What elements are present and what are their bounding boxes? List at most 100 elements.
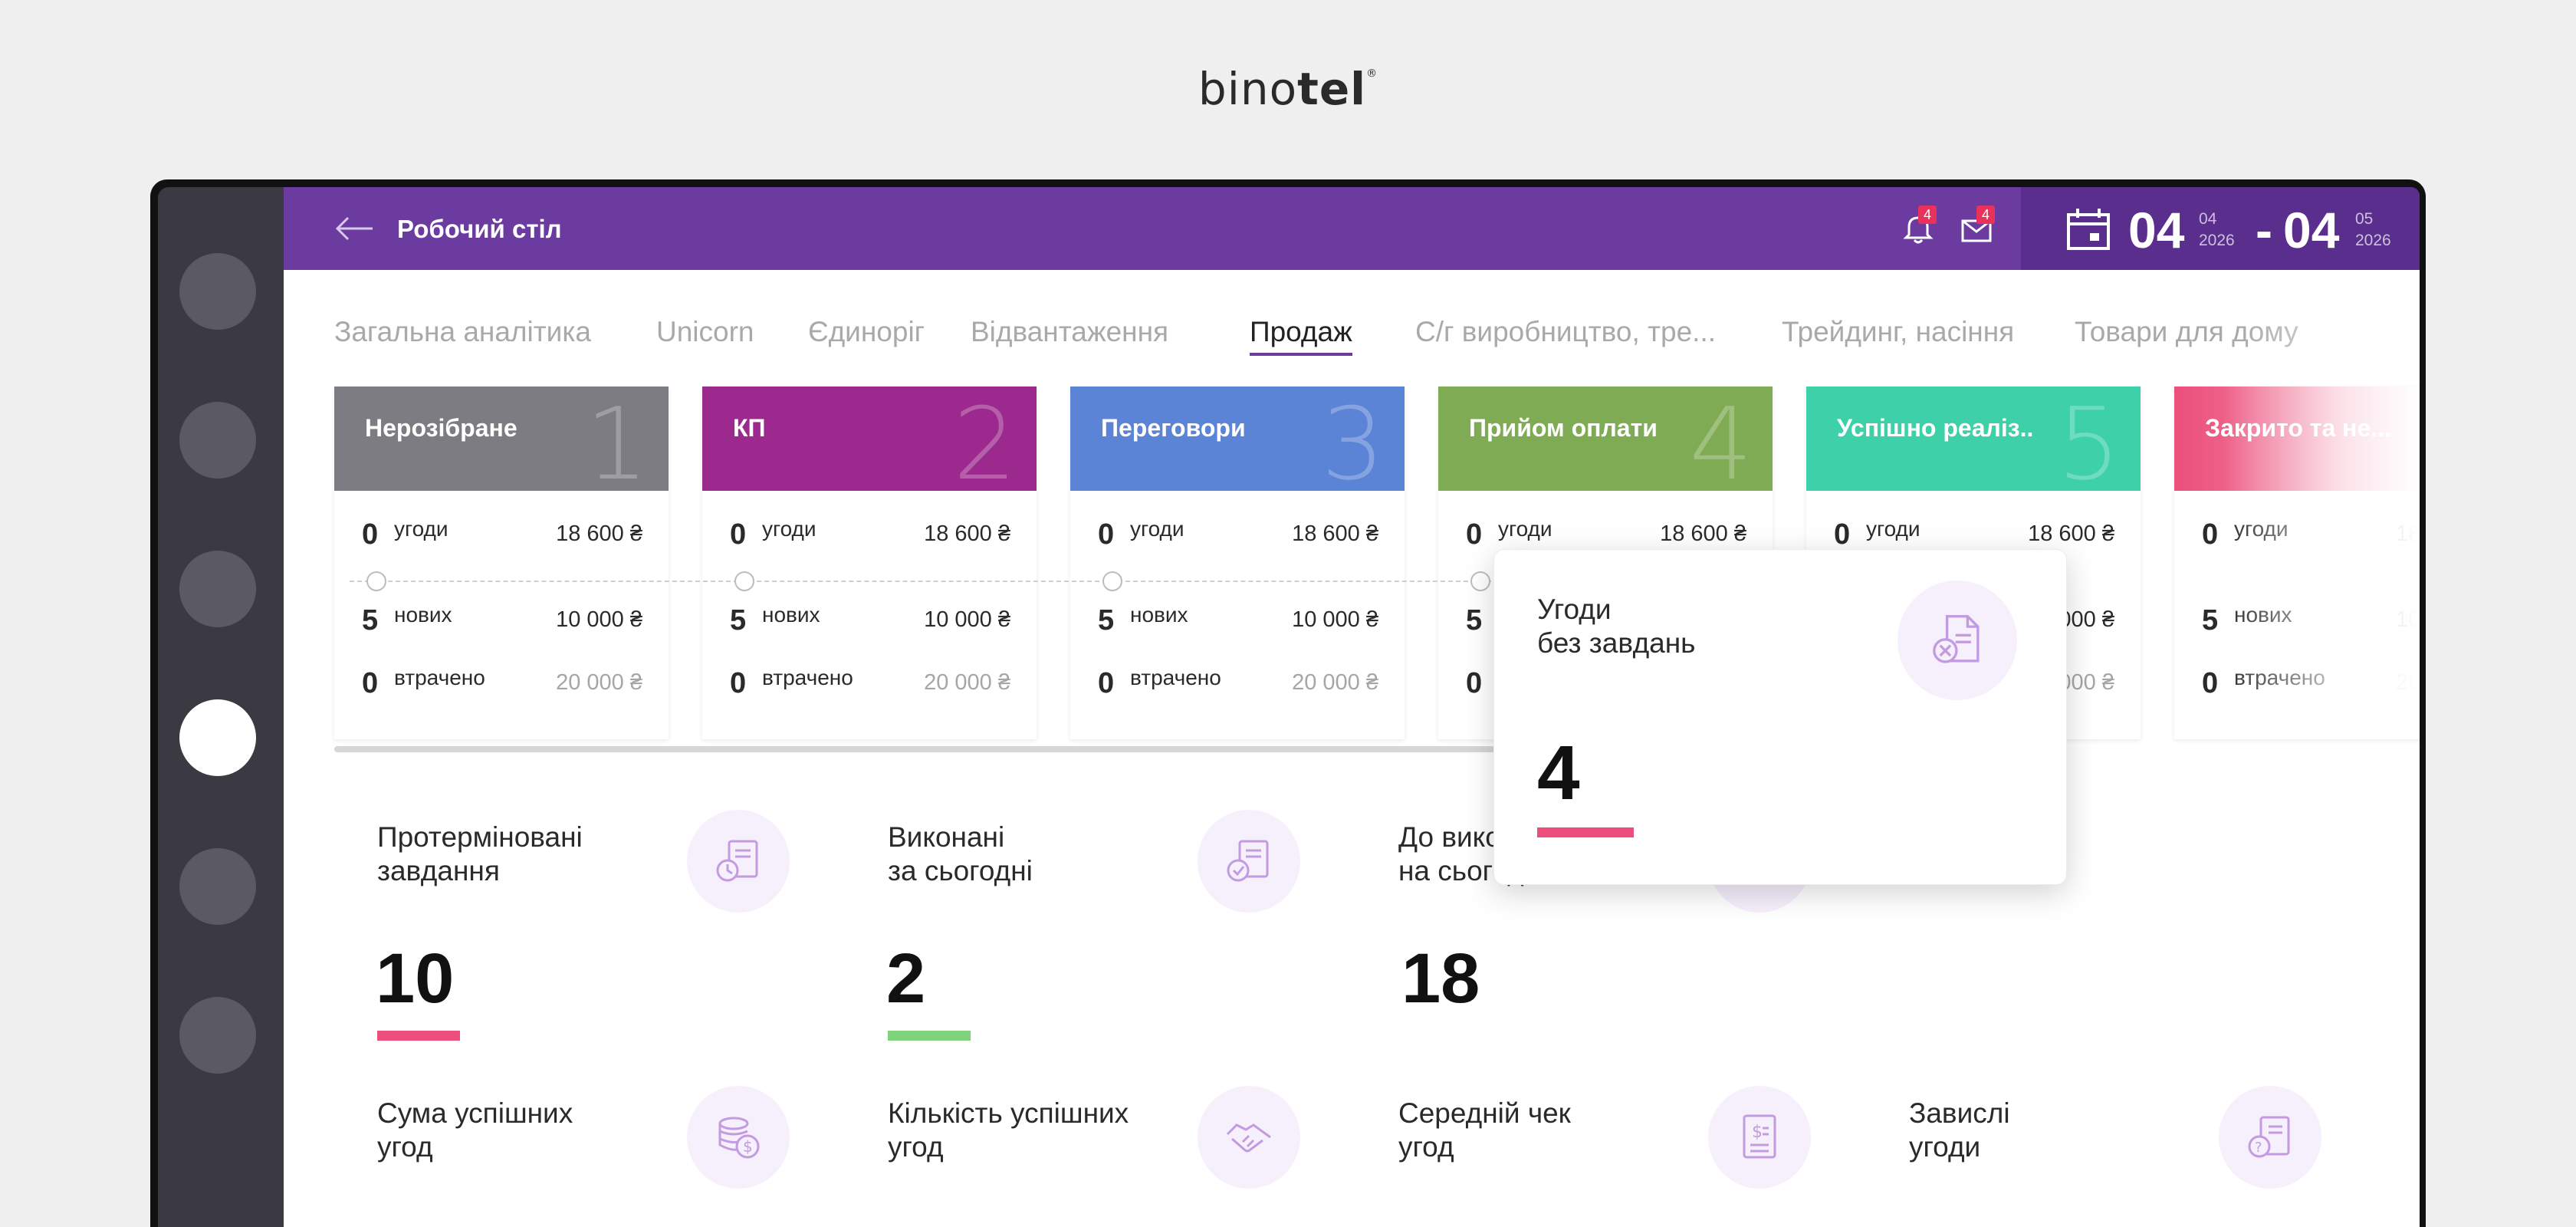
kpi-overdue-title-line1: Протерміновані [377, 821, 583, 853]
kpi-avg-check-line2: угод [1398, 1131, 1454, 1163]
kpi-success-sum-line2: угод [377, 1131, 433, 1163]
start-year: 2026 [2199, 232, 2235, 249]
start-day: 04 [2128, 202, 2185, 258]
deals-without-tasks-card[interactable]: Угоди без завдань 4 [1493, 549, 2067, 885]
stage-metric-count: 5 [2202, 604, 2219, 637]
stage-number: 5 [2057, 387, 2121, 491]
logo-mark: ® [1366, 67, 1378, 80]
stage-metric-count: 0 [362, 667, 379, 699]
sidebar-item-6[interactable] [179, 997, 256, 1074]
kpi-success-sum-title: Сума успішних угод [377, 1097, 573, 1164]
kpi-done-title-line2: за сьогодні [888, 855, 1033, 887]
binotel-logo: binotel® [0, 63, 2576, 115]
logo-light: bino [1198, 63, 1298, 115]
tab-sales[interactable]: Продаж [1250, 316, 1352, 356]
kpi-success-count-line2: угод [888, 1131, 944, 1163]
kpi-stuck-deals-title: Завислі угоди [1909, 1097, 2010, 1164]
tab-general-analytics[interactable]: Загальна аналітика [334, 316, 591, 348]
kpi-success-count-title: Кількість успішних угод [888, 1097, 1129, 1164]
stage-metric-label: угоди [1130, 517, 1184, 541]
sidebar-item-1[interactable] [179, 253, 256, 330]
tabs-fade [2239, 302, 2420, 371]
tab-shipment[interactable]: Відвантаження [971, 316, 1168, 348]
kpi-no-tasks-value: 4 [1537, 730, 1580, 816]
kpi-success-sum-line1: Сума успішних [377, 1097, 573, 1129]
timeline-dot [366, 571, 386, 591]
tab-agriculture[interactable]: С/г виробництво, тре... [1415, 316, 1716, 348]
stage-metric-label: угоди [394, 517, 449, 541]
stage-name: Прийом оплати [1469, 414, 1658, 442]
stage-metric-sum: 18 600 ₴ [2028, 521, 2114, 546]
overdue-tasks-icon [687, 810, 790, 913]
app-screen: Робочий стіл 4 4 04 04 2026 - 04 05 2026… [284, 187, 2420, 1227]
stage-header: Нерозібране 1 [334, 387, 669, 491]
kpi-no-tasks-title-line2: без завдань [1537, 627, 1696, 659]
stage-metric-count: 0 [1466, 518, 1483, 551]
invoice-icon: $ [1708, 1086, 1811, 1189]
tab-edynorih[interactable]: Єдиноріг [808, 316, 925, 348]
calendar-icon [2067, 209, 2110, 250]
notifications-badge: 4 [1918, 206, 1937, 224]
kpi-overdue-value: 10 [376, 939, 455, 1018]
horizontal-scrollbar[interactable] [334, 746, 1575, 752]
stage-metric-label: втрачено [394, 666, 485, 689]
stage-number: 2 [953, 387, 1017, 491]
stage-number: 4 [1689, 387, 1753, 491]
start-month: 04 [2199, 210, 2217, 228]
kpi-success-count-line1: Кількість успішних [888, 1097, 1129, 1129]
stage-card[interactable]: Нерозібране 1 0 угоди 18 600 ₴ 5 нових 10 000 ₴… [334, 387, 669, 739]
timeline-dot [1102, 571, 1122, 591]
end-year: 2026 [2355, 232, 2391, 249]
stage-metric-count: 5 [1098, 604, 1115, 637]
stage-metric-count: 5 [1466, 604, 1483, 637]
kpi-stuck-deals-line2: угоди [1909, 1131, 1981, 1163]
stage-metric-sum: 10 000 ₴ [1292, 607, 1378, 632]
stage-name: КП [733, 414, 766, 442]
arrow-left-icon[interactable] [333, 210, 376, 247]
sidebar-item-3[interactable] [179, 551, 256, 627]
stage-metric-sum: 20 000 ₴ [556, 670, 642, 695]
svg-text:$: $ [743, 1137, 753, 1156]
done-tasks-icon [1198, 810, 1300, 913]
stage-metric-count: 0 [1098, 518, 1115, 551]
sidebar-item-4-active[interactable] [179, 699, 256, 776]
timeline-dot [1470, 571, 1490, 591]
stage-metric-label: угоди [1498, 517, 1552, 541]
stage-metric-count: 0 [2202, 667, 2219, 699]
stage-metric-sum: 20 000 ₴ [924, 670, 1010, 695]
stage-metric-label: нових [762, 603, 820, 627]
page-title: Робочий стіл [397, 215, 562, 243]
tab-unicorn[interactable]: Unicorn [656, 316, 754, 348]
kpi-done-title-line1: Виконані [888, 821, 1005, 853]
kpi-avg-check-title: Середній чек угод [1398, 1097, 1571, 1164]
stage-header: Прийом оплати 4 [1438, 387, 1773, 491]
stage-metric-count: 0 [1098, 667, 1115, 699]
stage-metric-count: 0 [2202, 518, 2219, 551]
date-range-picker[interactable]: 04 04 2026 - 04 05 2026 [2021, 187, 2420, 270]
date-separator: - [2256, 202, 2272, 258]
stage-metric-sum: 20 000 ₴ [1292, 670, 1378, 695]
stage-metric-sum: 10 000 ₴ [556, 607, 642, 632]
tab-trading-seeds[interactable]: Трейдинг, насіння [1782, 316, 2014, 348]
stage-name: Успішно реаліз.. [1837, 414, 2034, 442]
stage-card[interactable]: Переговори 3 0 угоди 18 600 ₴ 5 нових 10 000 ₴ 0… [1070, 387, 1405, 739]
stages-fade [2223, 387, 2420, 739]
sidebar-item-2[interactable] [179, 402, 256, 479]
stage-card[interactable]: КП 2 0 угоди 18 600 ₴ 5 нових 10 000 ₴ 0 втрачено… [702, 387, 1037, 739]
end-day: 04 [2283, 202, 2340, 258]
kpi-overdue-bar [377, 1031, 460, 1041]
kpi-overdue-title: Протерміновані завдання [377, 821, 583, 888]
kpi-done-title: Виконані за сьогодні [888, 821, 1033, 888]
kpi-todo-value: 18 [1401, 939, 1480, 1018]
stage-metric-count: 0 [730, 667, 747, 699]
stage-metric-label: угоди [762, 517, 816, 541]
kpi-avg-check-line1: Середній чек [1398, 1097, 1571, 1129]
stage-metric-sum: 18 600 ₴ [924, 521, 1010, 546]
stage-header: Переговори 3 [1070, 387, 1405, 491]
stage-metric-label: нових [394, 603, 452, 627]
stage-metric-label: втрачено [762, 666, 853, 689]
svg-text:$: $ [1752, 1123, 1763, 1142]
stuck-deals-icon: ? [2219, 1086, 2321, 1189]
top-bar: Робочий стіл 4 4 04 04 2026 - 04 05 2026 [284, 187, 2420, 270]
sidebar-item-5[interactable] [179, 848, 256, 925]
